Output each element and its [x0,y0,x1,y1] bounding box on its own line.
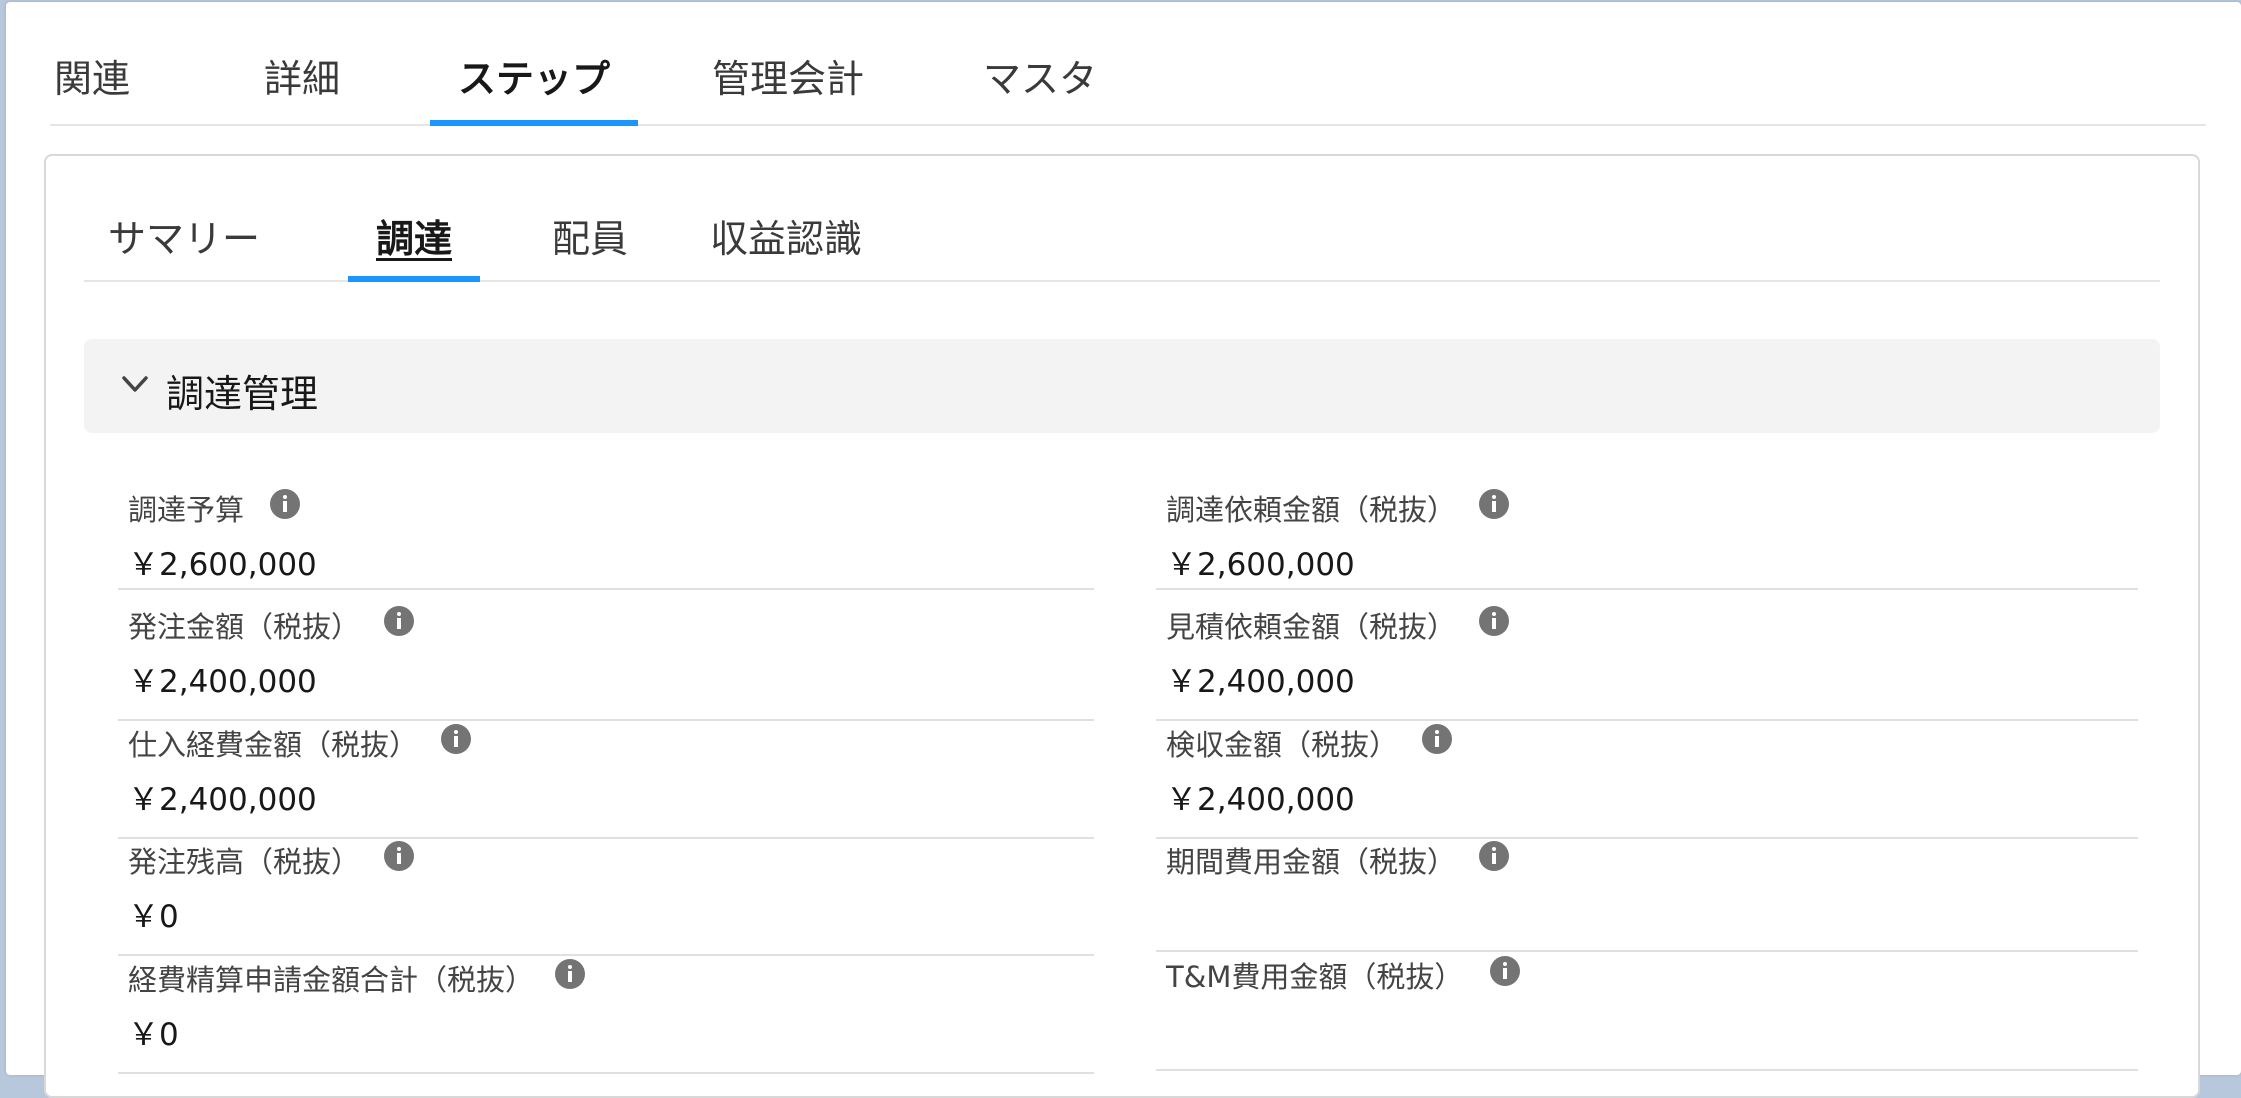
field-inspection-amount: 検収金額（税抜） ￥2,400,000 [1156,720,2138,839]
info-icon[interactable] [384,606,414,636]
tab-summary[interactable]: サマリー [104,208,264,280]
chevron-down-icon [122,376,148,392]
tab-procurement[interactable]: 調達 [348,208,480,282]
field-order-amount: 発注金額（税抜） ￥2,400,000 [118,602,1094,721]
field-label: 仕入経費金額（税抜） [128,728,419,762]
top-tab-bar: 関連 詳細 ステップ 管理会計 マスタ [50,2,2206,126]
info-icon[interactable] [270,489,300,519]
info-icon[interactable] [441,724,471,754]
tab-management-accounting[interactable]: 管理会計 [710,48,866,124]
field-quote-request-amount: 見積依頼金額（税抜） ￥2,400,000 [1156,602,2138,721]
info-icon[interactable] [1422,724,1452,754]
info-icon[interactable] [555,959,585,989]
field-label: 調達依頼金額（税抜） [1166,493,1457,527]
field-value: ￥2,600,000 [1166,547,1355,583]
field-expense-claim-total: 経費精算申請金額合計（税抜） ￥0 [118,955,1094,1074]
field-value: ￥2,400,000 [1166,664,1355,700]
tab-details[interactable]: 詳細 [262,48,342,124]
field-procurement-budget: 調達予算 ￥2,600,000 [118,485,1094,590]
field-label: 検収金額（税抜） [1166,728,1399,762]
tab-master[interactable]: マスタ [980,48,1100,124]
info-icon[interactable] [1479,489,1509,519]
section-header-procurement[interactable]: 調達管理 [84,339,2160,433]
field-value: ￥2,400,000 [128,664,317,700]
field-value: ￥2,400,000 [1166,782,1355,818]
field-period-expense-amount: 期間費用金額（税抜） [1156,837,2138,952]
info-icon[interactable] [1479,606,1509,636]
field-value: ￥2,400,000 [128,782,317,818]
tab-steps[interactable]: ステップ [430,48,638,126]
field-label: 経費精算申請金額合計（税抜） [128,963,535,997]
info-icon[interactable] [1490,956,1520,986]
section-title: 調達管理 [166,372,319,416]
field-label: T&M費用金額（税抜） [1166,960,1464,994]
field-value: ￥0 [128,899,179,935]
steps-card: サマリー 調達 配員 収益認識 調達管理 調達予算 ￥2,600,000 発注金… [44,154,2200,1098]
field-label: 調達予算 [128,493,245,527]
info-icon[interactable] [384,841,414,871]
field-order-balance: 発注残高（税抜） ￥0 [118,837,1094,956]
field-label: 見積依頼金額（税抜） [1166,610,1457,644]
field-tm-expense-amount: T&M費用金額（税抜） [1156,952,2138,1071]
field-value: ￥0 [128,1017,179,1053]
field-label: 発注残高（税抜） [128,845,361,879]
sub-tab-bar: サマリー 調達 配員 収益認識 [84,156,2160,282]
field-value: ￥2,600,000 [128,547,317,583]
tab-related[interactable]: 関連 [52,48,132,124]
field-procurement-request-amount: 調達依頼金額（税抜） ￥2,600,000 [1156,485,2138,590]
record-page: 関連 詳細 ステップ 管理会計 マスタ サマリー 調達 配員 収益認識 調達管理… [6,2,2241,1098]
field-purchase-expense-amount: 仕入経費金額（税抜） ￥2,400,000 [118,720,1094,839]
tab-revenue-recognition[interactable]: 収益認識 [706,208,866,280]
info-icon[interactable] [1479,841,1509,871]
field-label: 発注金額（税抜） [128,610,361,644]
tab-staffing[interactable]: 配員 [550,208,630,280]
field-label: 期間費用金額（税抜） [1166,845,1457,879]
